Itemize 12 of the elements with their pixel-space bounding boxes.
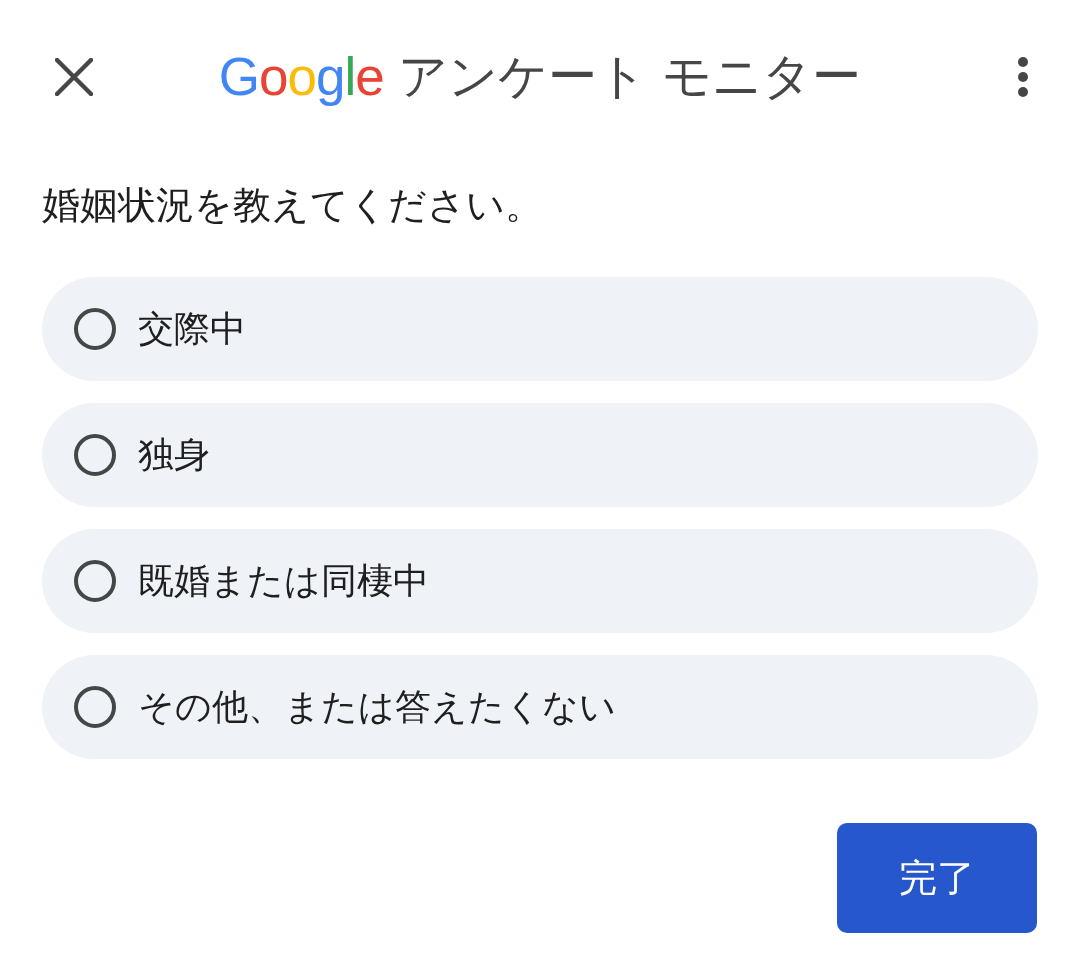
more-vertical-icon <box>1017 57 1029 97</box>
answer-option[interactable]: 交際中 <box>42 277 1038 381</box>
answer-option[interactable]: 既婚または同棲中 <box>42 529 1038 633</box>
answer-option[interactable]: 独身 <box>42 403 1038 507</box>
more-options-button[interactable] <box>1017 57 1029 97</box>
app-title: アンケート モニター <box>397 47 862 107</box>
close-button[interactable] <box>55 58 93 96</box>
question-text: 婚姻状況を教えてください。 <box>42 182 543 229</box>
google-logo: Google <box>218 47 384 107</box>
answer-option[interactable]: その他、または答えたくない <box>42 655 1038 759</box>
done-button[interactable]: 完了 <box>837 823 1037 933</box>
close-icon <box>55 58 93 96</box>
